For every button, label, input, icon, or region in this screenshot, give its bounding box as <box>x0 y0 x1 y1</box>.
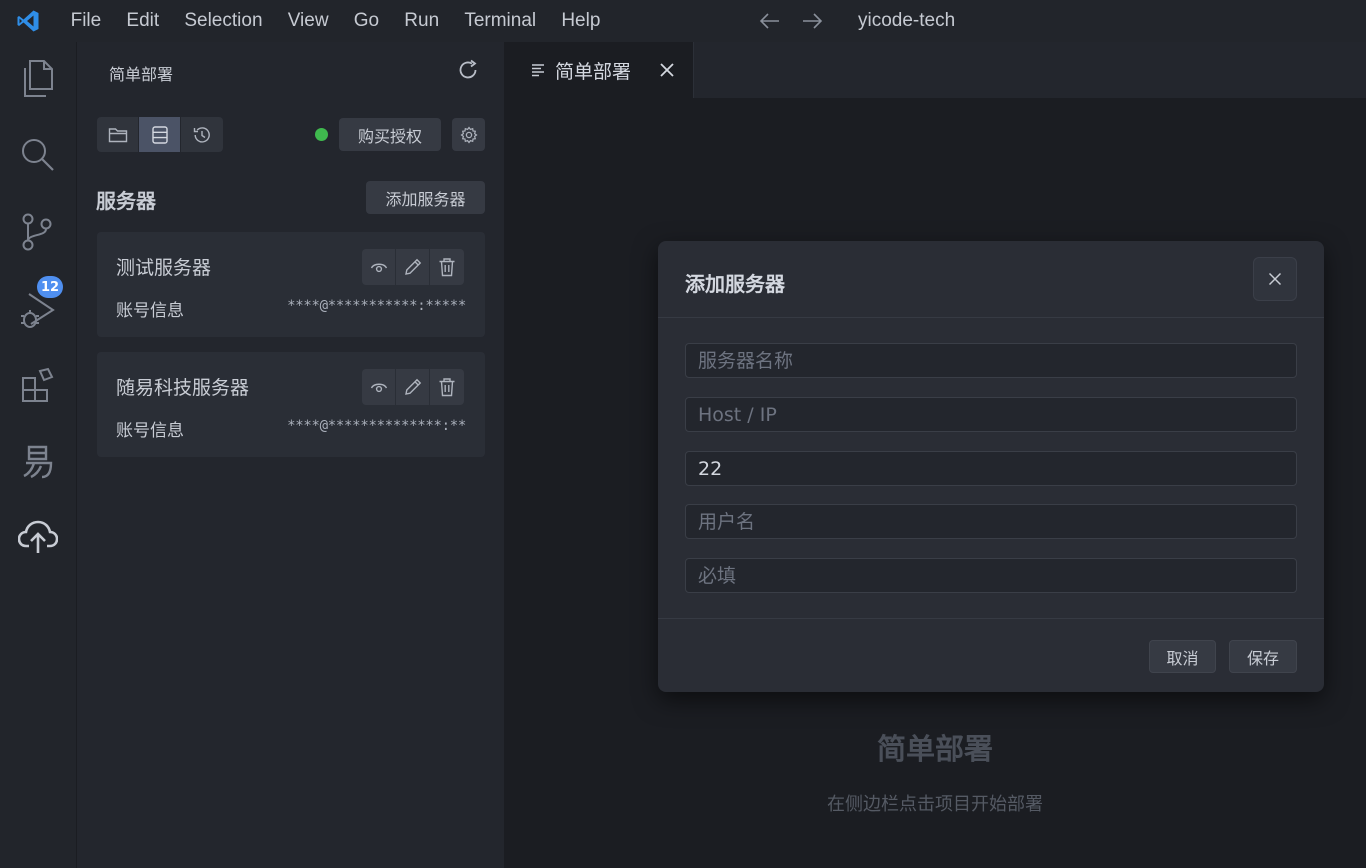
username-input[interactable] <box>685 504 1297 539</box>
back-arrow-icon[interactable] <box>758 6 782 36</box>
vscode-logo-icon <box>16 9 40 33</box>
server-view-button[interactable] <box>139 117 181 152</box>
menu-edit[interactable]: Edit <box>114 6 172 36</box>
view-button[interactable] <box>362 249 396 285</box>
account-value: ****@**************:** <box>287 418 466 434</box>
gear-icon <box>459 125 478 144</box>
account-value: ****@***********:***** <box>287 298 466 314</box>
server-actions <box>362 369 464 405</box>
dialog-close-button[interactable] <box>1253 257 1297 301</box>
yi-icon[interactable] <box>18 442 58 482</box>
delete-button[interactable] <box>430 249 464 285</box>
editor-tab-bar: 简单部署 <box>504 42 1366 98</box>
trash-icon <box>439 258 455 277</box>
menu-go[interactable]: Go <box>341 6 392 36</box>
view-button[interactable] <box>362 369 396 405</box>
server-card[interactable]: 随易科技服务器 账号信息 ****@**************:** <box>97 352 485 457</box>
servers-section-title: 服务器 <box>96 189 156 213</box>
sidebar: 简单部署 购买授权 服务器 添加服务器 测试服务器 账号信息 ****@****… <box>76 42 504 868</box>
divider <box>658 618 1324 619</box>
server-card[interactable]: 测试服务器 账号信息 ****@***********:***** <box>97 232 485 337</box>
account-label: 账号信息 <box>116 301 184 321</box>
server-name: 测试服务器 <box>116 257 212 279</box>
cloud-upload-icon[interactable] <box>18 518 58 558</box>
pencil-icon <box>404 258 421 275</box>
tab-simple-deploy[interactable]: 简单部署 <box>504 42 694 98</box>
tab-label: 简单部署 <box>555 60 632 83</box>
extensions-icon[interactable] <box>18 365 58 405</box>
menu-terminal[interactable]: Terminal <box>452 6 549 36</box>
folder-view-button[interactable] <box>97 117 139 152</box>
welcome-title: 简单部署 <box>876 732 993 766</box>
pencil-icon <box>404 378 421 395</box>
menu-selection[interactable]: Selection <box>172 6 275 36</box>
source-control-icon[interactable] <box>18 212 58 252</box>
view-switcher <box>97 117 223 152</box>
add-server-button[interactable]: 添加服务器 <box>366 181 485 214</box>
server-name: 随易科技服务器 <box>116 377 250 399</box>
server-name-input[interactable] <box>685 343 1297 378</box>
status-indicator <box>315 128 328 141</box>
port-input[interactable] <box>685 451 1297 486</box>
divider <box>658 317 1324 318</box>
navigation-arrows <box>758 6 824 36</box>
buy-license-button[interactable]: 购买授权 <box>339 118 441 151</box>
activity-bar: 12 <box>0 42 76 868</box>
host-input[interactable] <box>685 397 1297 432</box>
menu-bar: File Edit Selection View Go Run Terminal… <box>58 6 613 36</box>
account-label: 账号信息 <box>116 421 184 441</box>
sidebar-title: 简单部署 <box>109 65 174 84</box>
edit-button[interactable] <box>396 249 430 285</box>
save-button[interactable]: 保存 <box>1229 640 1297 673</box>
server-actions <box>362 249 464 285</box>
run-debug-icon[interactable] <box>18 290 58 330</box>
menu-run[interactable]: Run <box>392 6 452 36</box>
delete-button[interactable] <box>430 369 464 405</box>
explorer-icon[interactable] <box>18 59 58 99</box>
welcome-subtitle: 在侧边栏点击项目开始部署 <box>827 794 1043 815</box>
history-view-button[interactable] <box>181 117 223 152</box>
preview-lines-icon <box>531 62 547 78</box>
close-icon[interactable] <box>657 60 677 80</box>
edit-button[interactable] <box>396 369 430 405</box>
cancel-button[interactable]: 取消 <box>1149 640 1216 673</box>
forward-arrow-icon[interactable] <box>800 6 824 36</box>
eye-icon <box>370 383 387 393</box>
window-title: yicode-tech <box>858 10 956 31</box>
settings-button[interactable] <box>452 118 485 151</box>
search-icon[interactable] <box>18 135 58 175</box>
menu-view[interactable]: View <box>275 6 341 36</box>
menu-help[interactable]: Help <box>549 6 613 36</box>
menu-file[interactable]: File <box>58 6 114 36</box>
dialog-title: 添加服务器 <box>685 272 785 296</box>
title-bar: File Edit Selection View Go Run Terminal… <box>0 0 1366 42</box>
refresh-icon[interactable] <box>455 57 481 83</box>
password-input[interactable] <box>685 558 1297 593</box>
add-server-dialog: 添加服务器 取消 保存 <box>658 241 1324 692</box>
trash-icon <box>439 378 455 397</box>
eye-icon <box>370 263 387 273</box>
close-icon <box>1268 272 1282 286</box>
